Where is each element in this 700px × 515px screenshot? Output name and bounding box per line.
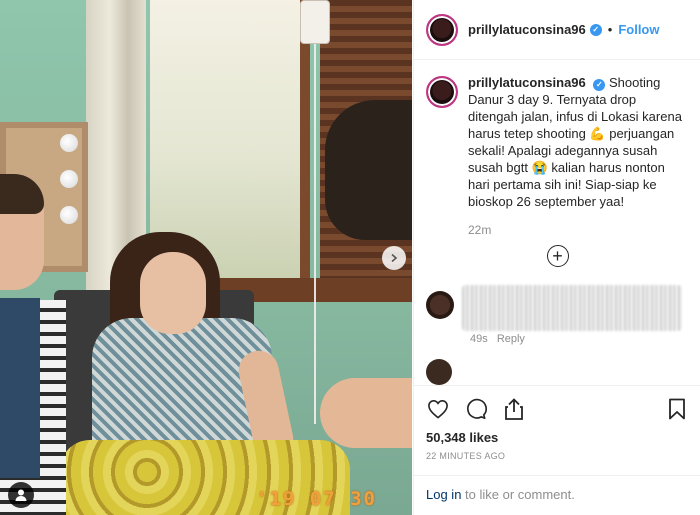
caption-time[interactable]: 22m <box>468 222 688 239</box>
comments-section[interactable]: prillylatuconsina96 ✓ Shooting Danur 3 d… <box>414 60 700 385</box>
iv-bag <box>300 0 330 44</box>
mirror-bulb <box>60 206 78 224</box>
login-prompt: Log in to like or comment. <box>414 475 700 515</box>
photo-child-vest <box>0 298 40 478</box>
list-item <box>426 285 689 331</box>
photo-nurse-arm <box>320 378 412 448</box>
post-photo[interactable]: '19 07 30 <box>0 0 412 515</box>
bookmark-icon[interactable] <box>665 397 689 421</box>
comment-meta: 49s Reply <box>470 333 689 345</box>
list-item <box>426 359 689 385</box>
verified-icon: ✓ <box>589 23 602 36</box>
plus-circle-icon: + <box>546 245 569 267</box>
caption-body: prillylatuconsina96 ✓ Shooting Danur 3 d… <box>468 74 688 239</box>
photo-date-stamp: '19 07 30 <box>256 488 377 510</box>
follow-button[interactable]: Follow <box>618 22 659 37</box>
comment-avatar[interactable] <box>426 291 454 319</box>
caption-text: Shooting Danur 3 day 9. Ternyata drop di… <box>468 75 682 209</box>
caption: prillylatuconsina96 ✓ Shooting Danur 3 d… <box>426 74 689 239</box>
chevron-right-icon[interactable] <box>382 246 406 270</box>
header-separator: • <box>607 22 613 37</box>
photo-child-hair <box>0 174 44 214</box>
avatar[interactable] <box>426 13 458 46</box>
comment-avatar[interactable] <box>426 359 452 385</box>
blurred-comment <box>462 285 682 331</box>
load-more-comments-button[interactable]: + <box>426 245 689 267</box>
likes-count[interactable]: 50,348 likes <box>426 430 689 445</box>
reply-button[interactable]: Reply <box>497 333 525 345</box>
heart-icon[interactable] <box>426 397 450 421</box>
caption-avatar[interactable] <box>426 76 458 108</box>
post-header: prillylatuconsina96 ✓ • Follow <box>414 0 700 60</box>
comment-time[interactable]: 49s <box>470 333 488 345</box>
caption-username[interactable]: prillylatuconsina96 <box>468 75 586 90</box>
post-actions: 50,348 likes 22 MINUTES AGO <box>414 385 700 475</box>
mirror-bulb <box>60 134 78 152</box>
iv-line <box>314 44 316 424</box>
post-sidebar: prillylatuconsina96 ✓ • Follow prillylat… <box>413 0 700 515</box>
photo-nurse-hair <box>325 100 412 240</box>
user-tag-icon[interactable] <box>8 482 34 508</box>
verified-icon: ✓ <box>593 79 606 91</box>
login-prompt-text: to like or comment. <box>461 487 575 502</box>
comment-icon[interactable] <box>464 397 488 421</box>
action-icons <box>426 396 689 422</box>
header-username[interactable]: prillylatuconsina96 <box>468 22 586 37</box>
photo-child <box>0 174 66 515</box>
share-icon[interactable] <box>502 397 526 421</box>
post-timestamp[interactable]: 22 MINUTES AGO <box>426 451 689 461</box>
login-link[interactable]: Log in <box>426 487 461 502</box>
mirror-bulb <box>60 170 78 188</box>
photo-person-face <box>140 252 206 334</box>
